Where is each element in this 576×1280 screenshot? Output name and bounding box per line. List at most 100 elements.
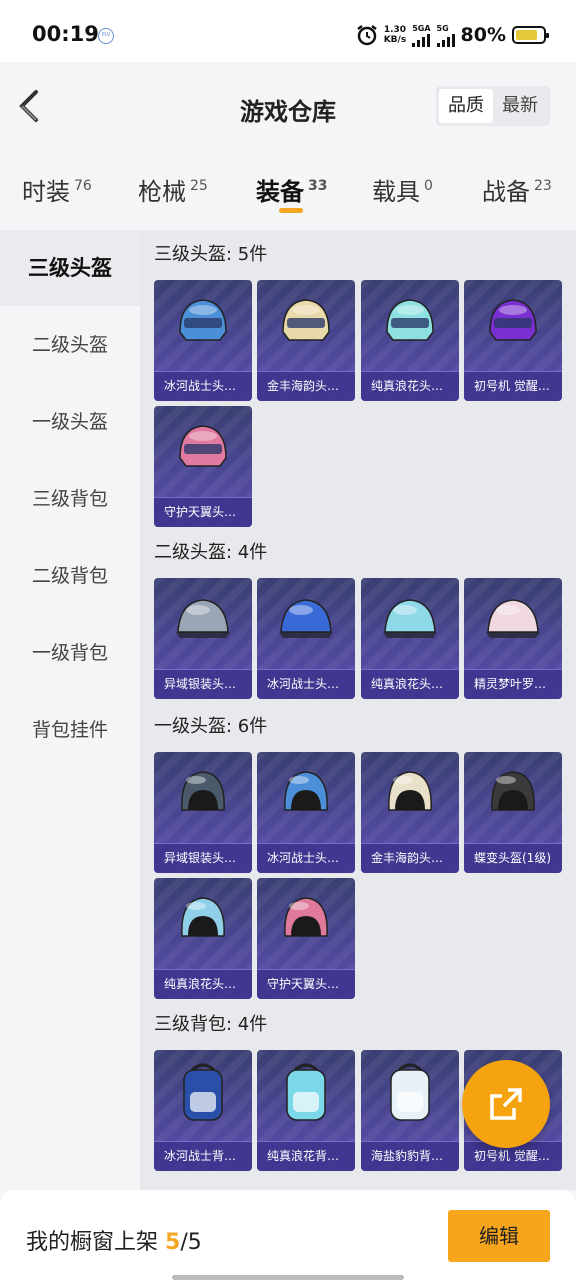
status-indicators: 1.30 KB/s 5GA 5G 80% [356, 22, 549, 48]
item-name: 异域银装头… [154, 669, 252, 699]
battery-percent: 80% [460, 24, 506, 46]
header: 游戏仓库 品质 最新 [0, 62, 576, 150]
item-name: 纯真浪花头… [154, 969, 252, 999]
section-title: 一级头盔: 6件 [154, 716, 268, 737]
tab-supplies[interactable]: 战备 23 [482, 172, 552, 207]
item-name: 精灵梦叶罗… [464, 669, 562, 699]
tab-count: 33 [308, 178, 328, 194]
tab-equipment[interactable]: 装备 33 [256, 172, 327, 207]
active-tab-indicator [279, 208, 303, 213]
level1-helmet-icon [284, 897, 328, 937]
item-name: 蝶变头盔(1级) [464, 843, 562, 873]
battery-icon [512, 26, 549, 44]
level1-helmet-icon [181, 771, 225, 811]
item-name: 纯真浪花背… [257, 1141, 355, 1171]
item-card[interactable]: 守护天翼头… [257, 878, 355, 999]
item-name: 初号机 觉醒… [464, 371, 562, 401]
backpack-icon [183, 1063, 223, 1121]
tab-label: 时装 [22, 178, 70, 206]
item-name: 海盐豹豹背… [361, 1141, 459, 1171]
showcase-total: /5 [180, 1230, 202, 1255]
level1-helmet-icon [388, 771, 432, 811]
showcase-status: 我的橱窗上架 5/5 [26, 1224, 202, 1256]
item-name: 守护天翼头… [154, 497, 252, 527]
showcase-count: 5 [165, 1230, 181, 1255]
item-card[interactable]: 海盐豹豹背… [361, 1050, 459, 1171]
alarm-clock-icon [356, 25, 377, 46]
category-tabs: 时装 76 枪械 25 装备 33 载具 0 战备 23 [0, 150, 576, 230]
item-name: 冰河战士背… [154, 1141, 252, 1171]
level1-helmet-icon [284, 771, 328, 811]
sort-by-newest-button[interactable]: 最新 [493, 89, 547, 123]
item-name: 守护天翼头… [257, 969, 355, 999]
sim1-bars-icon [412, 33, 431, 47]
network-speed-value: 1.30 [383, 25, 407, 35]
network-speed-unit: KB/s [383, 35, 407, 45]
item-name: 金丰海韵头… [257, 371, 355, 401]
level3-helmet-icon [282, 299, 330, 341]
item-card[interactable]: 纯真浪花头… [361, 280, 459, 401]
item-card[interactable]: 金丰海韵头… [361, 752, 459, 873]
sim2-bars-icon [436, 33, 455, 47]
item-name: 冰河战士头… [257, 669, 355, 699]
item-card[interactable]: 异域银装头… [154, 578, 252, 699]
level2-helmet-icon [176, 599, 230, 638]
home-indicator[interactable] [172, 1275, 404, 1280]
level3-helmet-icon [386, 299, 434, 341]
battery-level [516, 30, 537, 40]
item-name: 异域银装头… [154, 843, 252, 873]
level1-helmet-icon [181, 897, 225, 937]
sidebar-item-level2-backpack[interactable]: 二级背包 [0, 538, 140, 614]
sort-by-quality-button[interactable]: 品质 [439, 89, 493, 123]
sidebar-item-level3-helmet[interactable]: 三级头盔 [0, 230, 140, 306]
tab-label: 战备 [482, 178, 530, 206]
item-name: 冰河战士头… [257, 843, 355, 873]
sim1-signal: 5GA [412, 23, 431, 47]
status-time: 00:19 [32, 22, 99, 46]
sim1-label: 5GA [412, 23, 431, 33]
item-card[interactable]: 冰河战士背… [154, 1050, 252, 1171]
tab-fashion[interactable]: 时装 76 [22, 172, 92, 207]
section-title: 三级背包: 4件 [154, 1014, 268, 1035]
item-card[interactable]: 守护天翼头… [154, 406, 252, 527]
level3-helmet-icon [179, 299, 227, 341]
showcase-label: 我的橱窗上架 [26, 1230, 159, 1255]
network-speed: 1.30 KB/s [384, 25, 406, 45]
share-button[interactable] [462, 1060, 550, 1148]
item-card[interactable]: 纯真浪花背… [257, 1050, 355, 1171]
sidebar-item-level1-backpack[interactable]: 一级背包 [0, 615, 140, 691]
sim2-label: 5G [436, 23, 449, 33]
section-title: 二级头盔: 4件 [154, 542, 268, 563]
external-link-icon [490, 1088, 522, 1120]
edit-button[interactable]: 编辑 [448, 1210, 550, 1262]
item-card[interactable]: 纯真浪花头… [361, 578, 459, 699]
item-card[interactable]: 金丰海韵头… [257, 280, 355, 401]
backpack-icon [286, 1063, 326, 1121]
level1-helmet-icon [491, 771, 535, 811]
item-card[interactable]: 异域银装头… [154, 752, 252, 873]
item-card[interactable]: 蝶变头盔(1级) [464, 752, 562, 873]
item-card[interactable]: 冰河战士头… [257, 752, 355, 873]
tab-label: 枪械 [138, 178, 186, 206]
app-notification-icon: PLV [98, 28, 114, 44]
tab-count: 23 [534, 178, 552, 194]
sidebar-item-level2-helmet[interactable]: 二级头盔 [0, 307, 140, 383]
level2-helmet-icon [486, 599, 540, 638]
sidebar-item-backpack-charm[interactable]: 背包挂件 [0, 692, 140, 768]
section-title: 三级头盔: 5件 [154, 244, 268, 265]
backpack-icon [390, 1063, 430, 1121]
item-card[interactable]: 纯真浪花头… [154, 878, 252, 999]
level3-helmet-icon [179, 425, 227, 467]
item-card[interactable]: 冰河战士头… [257, 578, 355, 699]
item-card[interactable]: 初号机 觉醒… [464, 280, 562, 401]
level2-helmet-icon [383, 599, 437, 638]
tab-count: 76 [74, 178, 92, 194]
tab-weapons[interactable]: 枪械 25 [138, 172, 208, 207]
tab-count: 0 [424, 178, 433, 194]
tab-vehicles[interactable]: 载具 0 [372, 172, 433, 207]
item-grid: 三级头盔: 5件 冰河战士头… 金丰海韵头… 纯真浪花头… 初号机 觉醒… 守护天翼头… 二… [140, 230, 576, 1190]
sidebar-item-level3-backpack[interactable]: 三级背包 [0, 461, 140, 537]
sidebar-item-level1-helmet[interactable]: 一级头盔 [0, 384, 140, 460]
item-card[interactable]: 冰河战士头… [154, 280, 252, 401]
item-card[interactable]: 精灵梦叶罗… [464, 578, 562, 699]
